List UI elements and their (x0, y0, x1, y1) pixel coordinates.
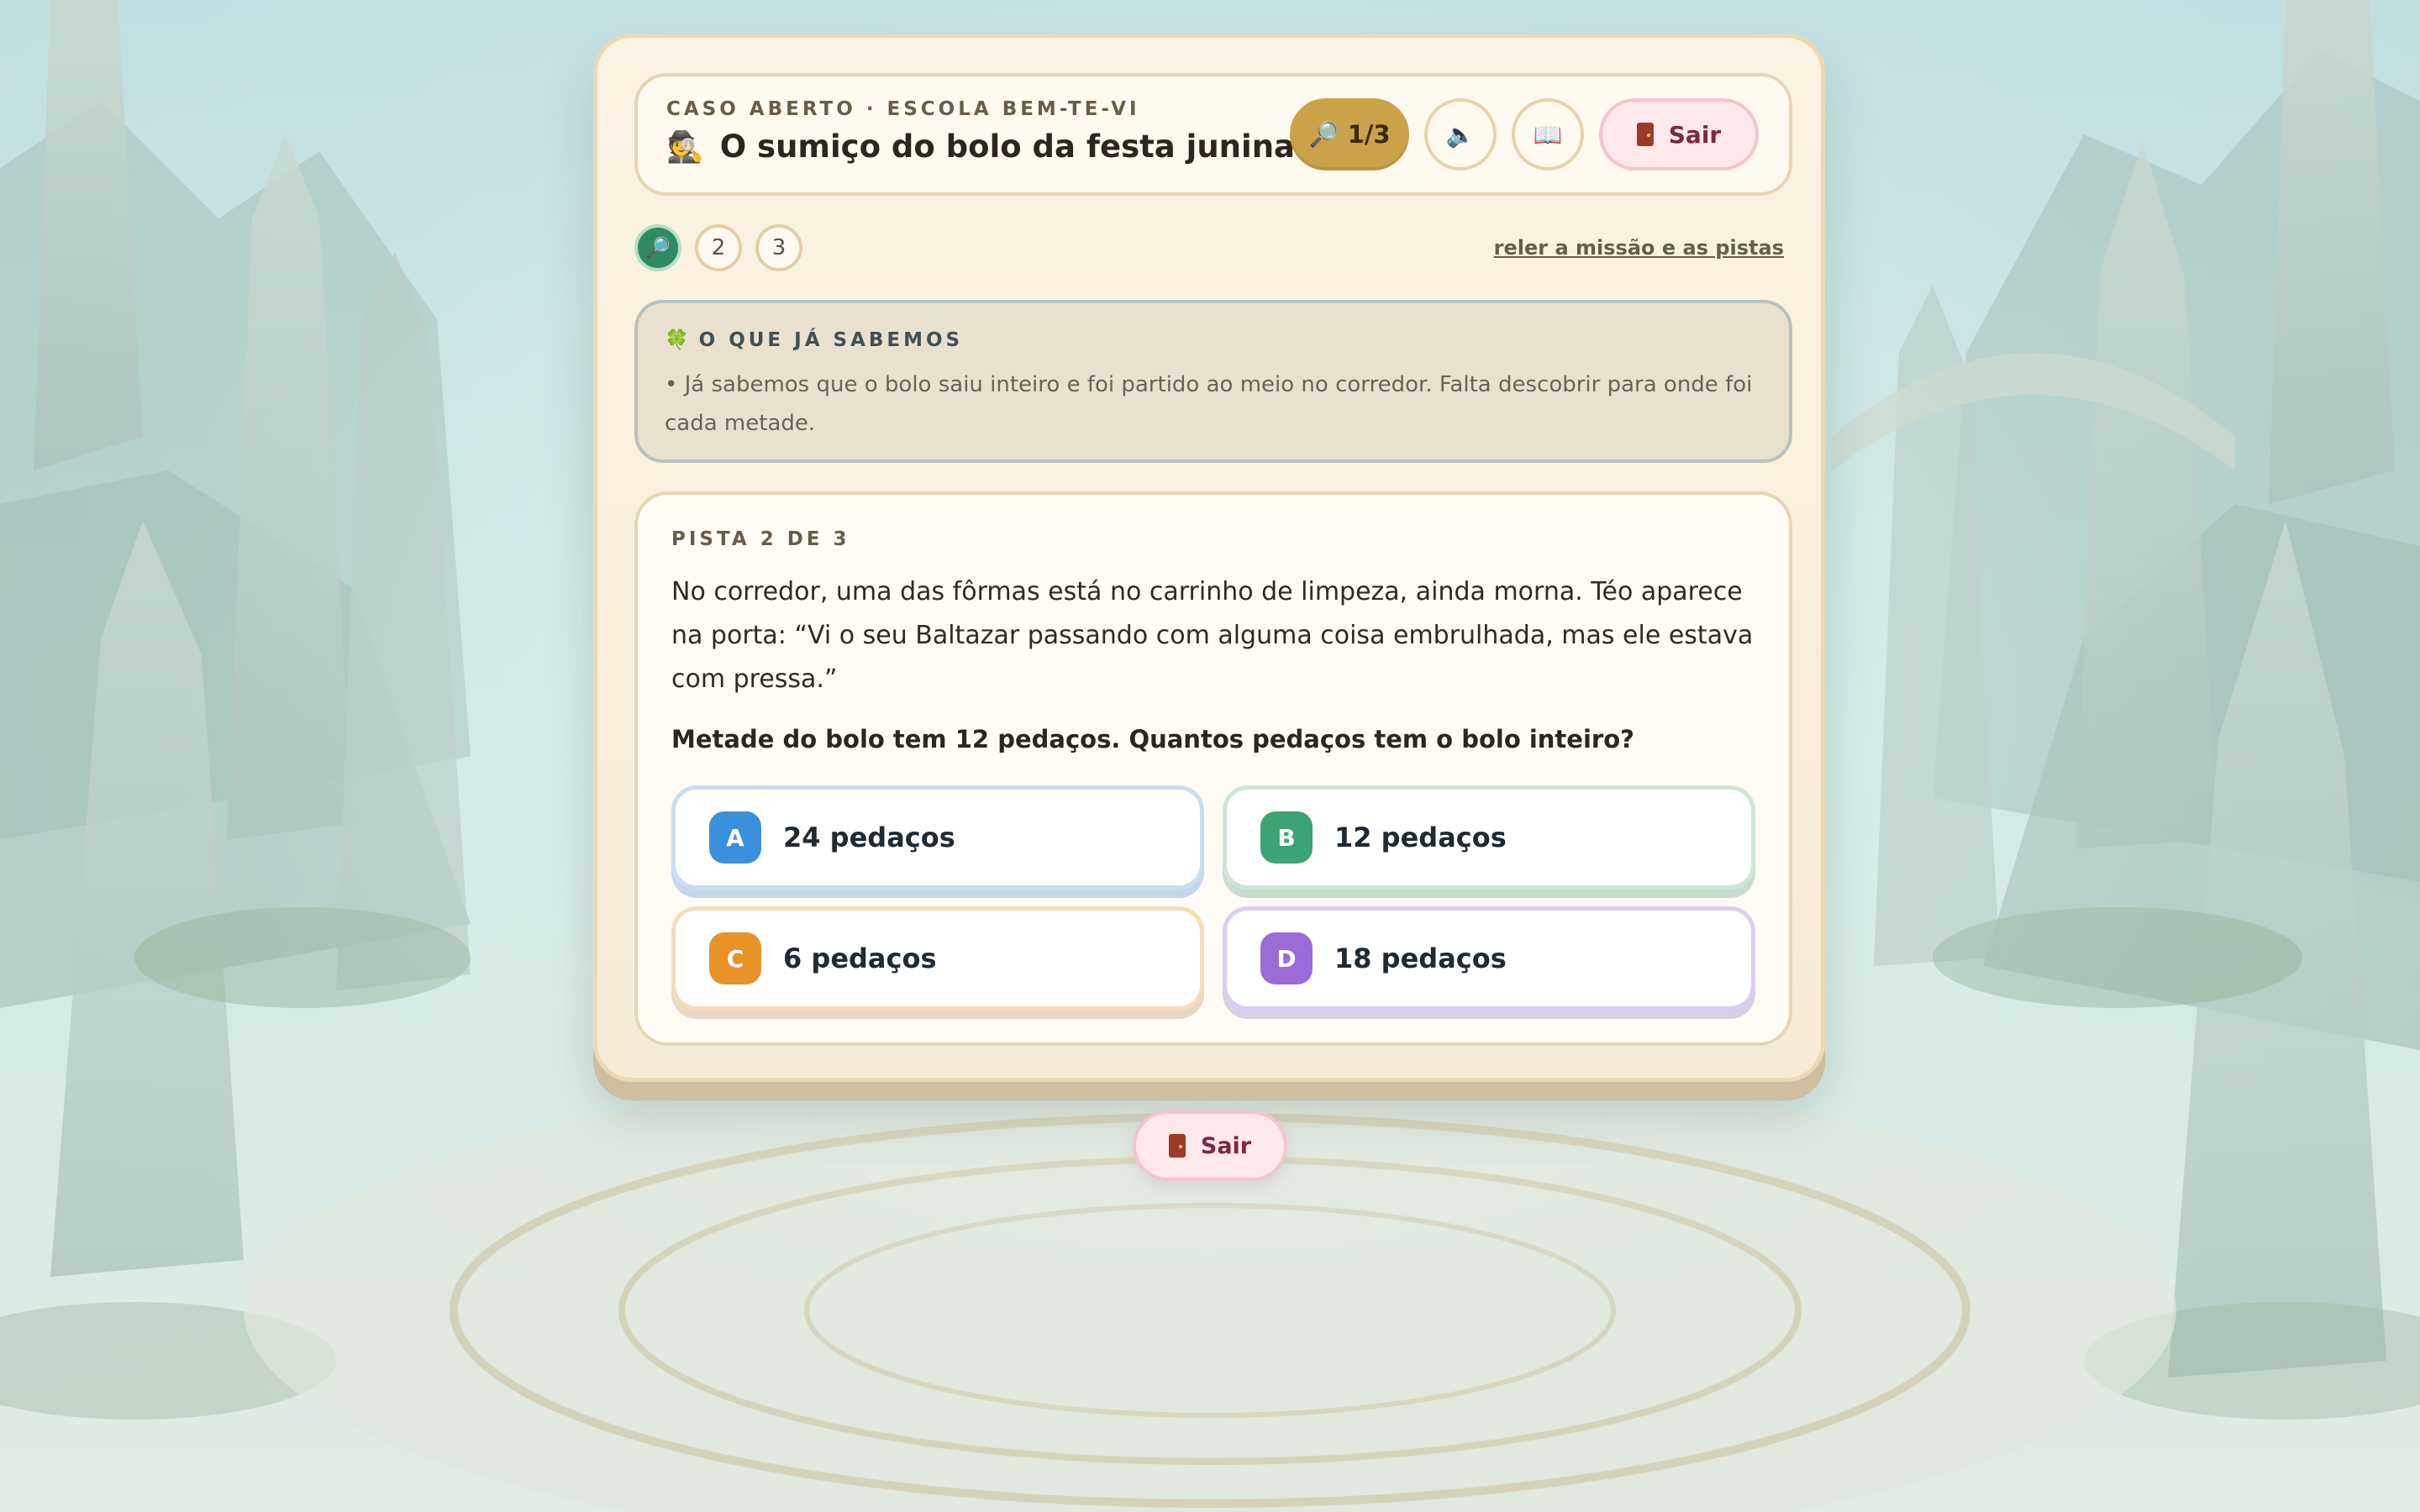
clues-counter-button[interactable]: 🔎 1/3 (1290, 98, 1409, 171)
answer-option-a[interactable]: A 24 pedaços (671, 785, 1204, 890)
header-buttons: 🔎 1/3 🔈 📖 Sair (1290, 97, 1759, 172)
known-facts-text: • Já sabemos que o bolo saiu inteiro e f… (665, 372, 1753, 436)
clues-counter-label: 1/3 (1347, 120, 1391, 149)
answer-option-d[interactable]: D 18 pedaços (1223, 906, 1755, 1011)
step-1-current[interactable]: 🔎 (634, 224, 681, 271)
case-kicker: CASO ABERTO · ESCOLA BEM-TE-VI (666, 98, 1140, 120)
book-icon: 📖 (1533, 120, 1563, 149)
clover-icon: 🍀 (665, 329, 689, 351)
door-icon (1168, 1134, 1186, 1158)
speaker-icon: 🔈 (1445, 120, 1476, 149)
known-facts-title: O QUE JÁ SABEMOS (698, 329, 964, 351)
clue-question: Metade do bolo tem 12 pedaços. Quantos p… (671, 725, 1634, 753)
exit-bottom-button[interactable]: Sair (1133, 1110, 1287, 1181)
clue-number-label: PISTA 2 DE 3 (671, 528, 850, 550)
magnifier-icon: 🔎 (645, 236, 671, 260)
case-header: CASO ABERTO · ESCOLA BEM-TE-VI 🕵 O sumiç… (634, 73, 1792, 196)
option-b-label: 12 pedaços (1334, 822, 1507, 853)
option-d-badge: D (1260, 932, 1313, 984)
option-c-badge: C (709, 932, 761, 984)
option-d-label: 18 pedaços (1334, 942, 1507, 974)
reread-link[interactable]: reler a missão e as pistas (1494, 236, 1784, 260)
step-2[interactable]: 2 (695, 224, 742, 271)
clue-progress: 🔎 2 3 (634, 224, 802, 271)
magnifier-icon: 🔎 (1308, 119, 1339, 149)
clue-text: No corredor, uma das fôrmas está no carr… (671, 577, 1754, 694)
case-title-row: 🕵 O sumiço do bolo da festa junina (666, 129, 1295, 165)
exit-button-label: Sair (1668, 120, 1722, 149)
step-2-label: 2 (711, 235, 726, 260)
door-icon (1636, 123, 1654, 146)
known-facts-box: 🍀 O QUE JÁ SABEMOS • Já sabemos que o bol… (634, 300, 1792, 463)
book-button[interactable]: 📖 (1512, 98, 1584, 171)
sound-button[interactable]: 🔈 (1424, 98, 1497, 171)
detective-icon: 🕵 (666, 130, 704, 165)
option-b-badge: B (1260, 811, 1313, 864)
case-card: CASO ABERTO · ESCOLA BEM-TE-VI 🕵 O sumiç… (593, 34, 1825, 1082)
exit-button[interactable]: Sair (1599, 98, 1759, 171)
option-c-label: 6 pedaços (783, 942, 937, 974)
answer-option-c[interactable]: C 6 pedaços (671, 906, 1204, 1011)
option-a-label: 24 pedaços (783, 822, 955, 853)
clue-card: PISTA 2 DE 3 No corredor, uma das fôrmas… (634, 491, 1792, 1046)
option-a-badge: A (709, 811, 761, 864)
step-3-label: 3 (771, 235, 786, 260)
step-3[interactable]: 3 (755, 224, 802, 271)
exit-bottom-label: Sair (1200, 1132, 1252, 1159)
case-title: O sumiço do bolo da festa junina (719, 129, 1296, 165)
known-facts-title-row: 🍀 O QUE JÁ SABEMOS (665, 328, 963, 351)
answer-option-b[interactable]: B 12 pedaços (1223, 785, 1755, 890)
